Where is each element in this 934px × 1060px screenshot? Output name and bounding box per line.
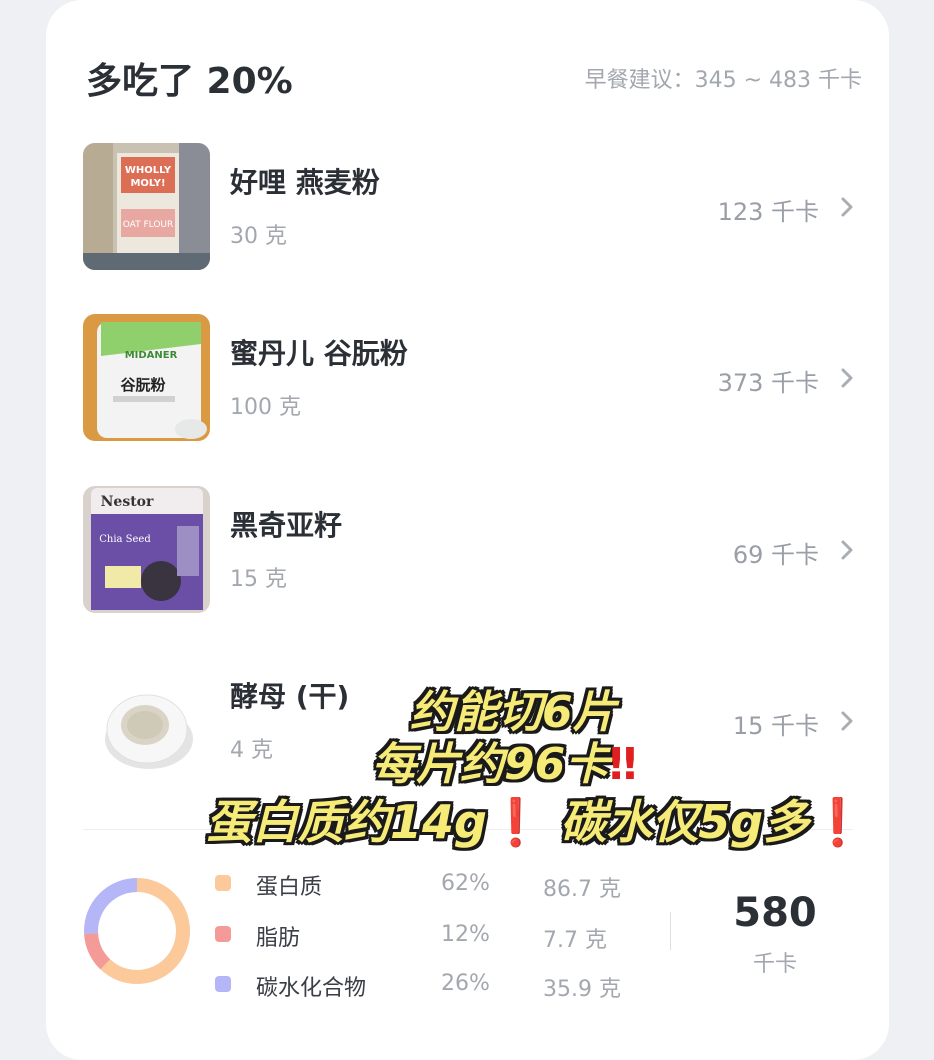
svg-text:MOLY!: MOLY! [130, 178, 165, 189]
food-name: 黑奇亚籽 [230, 509, 343, 542]
exclamation-icon: ❗ [486, 795, 545, 849]
svg-text:MIDANER: MIDANER [125, 350, 178, 361]
food-item-chia-seed[interactable]: Nestor Chia Seed 黑奇亚籽 15 克 69 千卡 [0, 486, 934, 614]
chevron-right-icon [841, 540, 853, 560]
total-calories-unit: 千卡 [752, 952, 797, 977]
chevron-right-icon [841, 711, 853, 731]
chevron-right-icon [841, 197, 853, 217]
svg-text:谷朊粉: 谷朊粉 [120, 376, 165, 394]
protein-color-swatch [215, 875, 231, 891]
chevron-right-icon [841, 368, 853, 388]
svg-text:OAT FLOUR: OAT FLOUR [123, 220, 174, 230]
food-amount: 4 克 [230, 738, 273, 763]
svg-text:Chia Seed: Chia Seed [99, 534, 151, 545]
food-calories: 69 千卡 [732, 541, 819, 569]
food-calories: 15 千卡 [732, 712, 819, 740]
gluten-flour-thumbnail: MIDANER 谷朊粉 [83, 314, 210, 441]
oat-flour-thumbnail: WHOLLY MOLY! OAT FLOUR [83, 143, 210, 270]
fat-color-swatch [215, 926, 231, 942]
total-divider [670, 912, 671, 950]
food-item-gluten-flour[interactable]: MIDANER 谷朊粉 蜜丹儿 谷朊粉 100 克 373 千卡 [0, 314, 934, 442]
overlay-caption-line3: 蛋白质约14g❗ 碳水仅5g多❗ [206, 795, 867, 849]
total-calories: 580 [733, 890, 817, 936]
food-name: 酵母 (干) [230, 680, 350, 713]
food-amount: 15 克 [230, 567, 287, 592]
food-amount: 30 克 [230, 224, 287, 249]
yeast-thumbnail [83, 657, 210, 784]
food-name: 蜜丹儿 谷朊粉 [230, 337, 408, 370]
food-calories: 373 千卡 [717, 369, 819, 397]
carbs-color-swatch [215, 976, 231, 992]
macro-donut-chart [84, 878, 190, 984]
breakfast-suggestion: 早餐建议：345 ~ 483 千卡 [584, 68, 862, 93]
double-exclamation-icon: ‼ [609, 739, 637, 790]
svg-text:Nestor: Nestor [101, 494, 154, 510]
chia-seed-thumbnail: Nestor Chia Seed [83, 486, 210, 613]
food-calories: 123 千卡 [717, 198, 819, 226]
overlay-caption-line2: 每片约96卡‼ [372, 739, 637, 790]
food-amount: 100 克 [230, 395, 301, 420]
exclamation-icon: ❗ [809, 795, 867, 849]
page-title: 多吃了 20% [86, 61, 293, 102]
food-name: 好哩 燕麦粉 [230, 166, 380, 199]
svg-text:WHOLLY: WHOLLY [125, 165, 172, 176]
food-item-oat-flour[interactable]: WHOLLY MOLY! OAT FLOUR 好哩 燕麦粉 30 克 123 千… [0, 143, 934, 271]
